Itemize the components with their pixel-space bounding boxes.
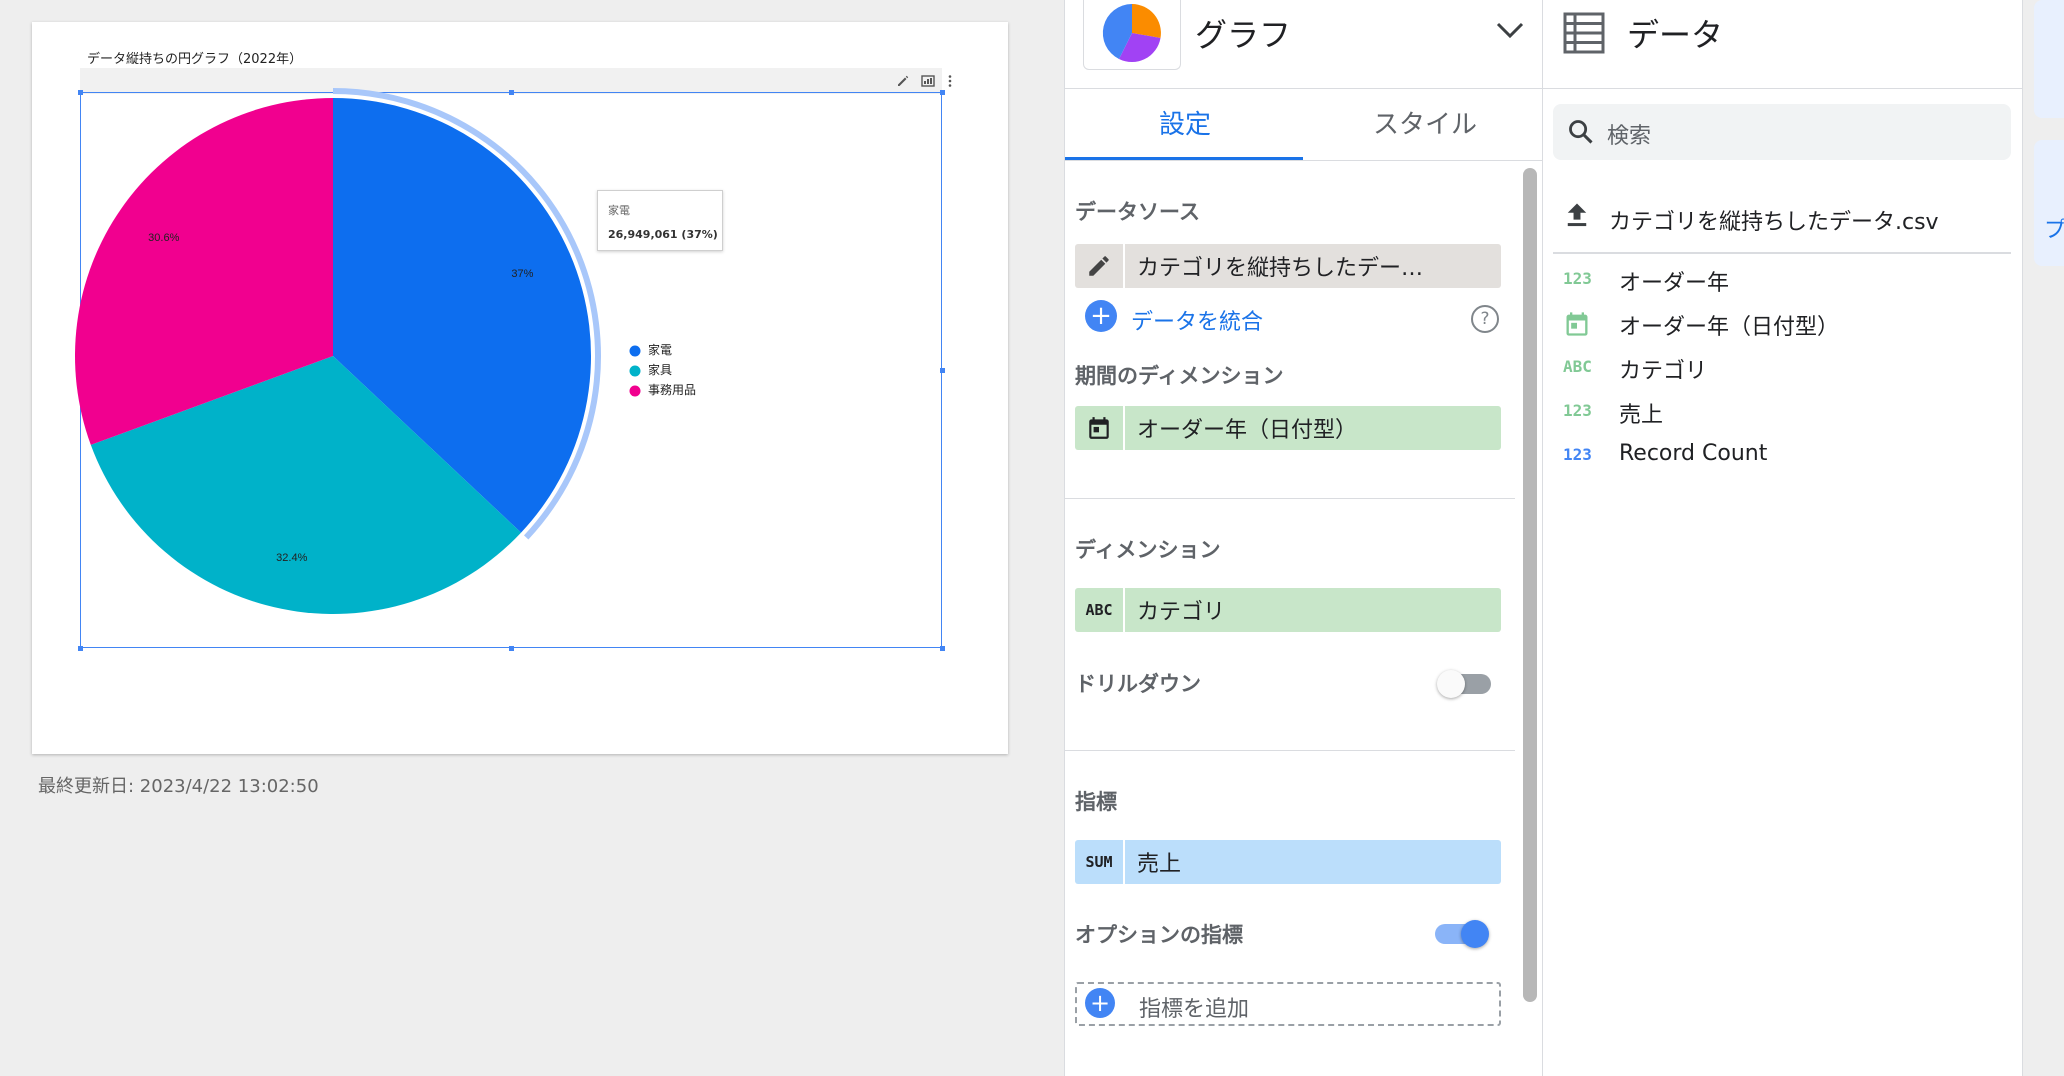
data-source-title: データソース [1075,200,1200,224]
dimension-chip[interactable]: ABC カテゴリ [1075,588,1501,632]
legend-swatch [629,385,641,397]
dimension-name: カテゴリ [1137,600,1226,625]
field-row[interactable]: 123 Record Count [1553,436,2013,476]
toggle-knob [1461,920,1489,948]
legend-label[interactable]: 家具 [648,362,672,377]
tooltip-value: 26,949,061 (37%) [608,228,718,241]
edge-panel-tab[interactable] [2034,140,2064,266]
data-source-file-name[interactable]: カテゴリを縦持ちしたデータ.csv [1609,204,1939,236]
date-dimension-title: 期間のディメンション [1075,364,1284,388]
legend-swatch [629,345,641,357]
metric-aggregation-tag-wrap: SUM [1075,840,1125,884]
dimension-title: ディメンション [1075,538,1221,562]
field-name: 売上 [1619,403,1664,428]
field-type-tag: ABC [1563,357,1592,376]
date-dimension-chip[interactable]: オーダー年（日付型） [1075,406,1501,450]
field-row[interactable]: 123 オーダー年 [1553,260,2013,300]
scrollbar[interactable] [1523,168,1537,1002]
metric-name: 売上 [1137,852,1182,877]
add-blend-icon[interactable]: + [1085,300,1117,332]
search-placeholder: 検索 [1607,124,1652,149]
blend-data-link[interactable]: データを統合 [1131,304,1263,336]
chart-type-selector[interactable] [1083,0,1181,70]
legend-label[interactable]: 家電 [648,342,672,357]
metric-title: 指標 [1075,790,1117,814]
metric-chip[interactable]: SUM 売上 [1075,840,1501,884]
help-icon[interactable]: ? [1471,305,1499,333]
pencil-icon [1089,256,1109,276]
field-name: カテゴリ [1619,359,1708,384]
calendar-icon [1089,417,1109,439]
chevron-down-icon[interactable] [1495,18,1525,42]
properties-panel: グラフ 設定 スタイル データソース カテゴリを縦持ちしたデー… + データを統… [1064,0,1543,1076]
upload-icon [1567,203,1587,227]
data-panel: データ 検索 カテゴリを縦持ちしたデータ.csv 123 オーダー年オーダー年（日… [1543,0,2023,1076]
report-page: データ縦持ちの円グラフ（2022年） 37% 32.4% 30.6% 家電 家具 事務用品… [32,22,1008,754]
drilldown-label: ドリルダウン [1075,672,1201,696]
pie-slice-label: 37% [511,268,533,280]
field-row[interactable]: オーダー年（日付型） [1553,304,2013,344]
field-row[interactable]: 123 売上 [1553,392,2013,432]
plus-icon: + [1085,988,1115,1018]
pie-slice-label: 32.4% [276,552,307,564]
pencil-icon-wrap[interactable] [1075,244,1125,288]
chart-tooltip: 家電 26,949,061 (37%) [597,190,723,251]
chart-type-label[interactable]: グラフ [1195,10,1291,56]
field-type-tag: 123 [1563,401,1592,420]
table-icon [1563,12,1605,54]
drilldown-toggle[interactable] [1425,668,1505,700]
divider [1543,88,2022,89]
data-source-name: カテゴリを縦持ちしたデー… [1137,256,1424,281]
data-panel-title: データ [1627,16,1724,54]
last-updated-text: 最終更新日: 2023/4/22 13:02:50 [38,776,319,797]
pie-chart-icon [1102,3,1161,63]
optional-metric-label: オプションの指標 [1075,923,1243,947]
field-name: オーダー年（日付型） [1619,315,1840,340]
pie-slice-label: 30.6% [148,232,179,244]
divider [1553,252,2011,254]
dimension-type-tag: ABC [1085,601,1113,619]
add-metric-button[interactable]: + 指標を追加 [1075,982,1501,1026]
divider [1065,750,1515,751]
edge-partial-text: プ [2044,218,2064,243]
toggle-knob [1437,670,1465,698]
edge-panel-tab[interactable] [2034,0,2064,118]
field-name: オーダー年 [1619,271,1730,296]
divider [1065,160,1542,161]
field-search-input[interactable]: 検索 [1553,104,2011,160]
optional-metric-toggle[interactable] [1425,918,1505,950]
tab-setup[interactable]: 設定 [1065,104,1305,141]
field-type-tag: 123 [1563,269,1592,288]
divider [1065,88,1542,89]
metric-aggregation-tag: SUM [1085,853,1113,871]
pie-chart[interactable]: 37% 32.4% 30.6% 家電家具事務用品 [32,22,1008,754]
calendar-icon [1566,312,1588,336]
legend-swatch [629,365,641,377]
tab-style[interactable]: スタイル [1305,104,1545,141]
legend-label[interactable]: 事務用品 [648,383,696,397]
tooltip-label: 家電 [608,204,630,217]
field-row[interactable]: ABC カテゴリ [1553,348,2013,388]
field-type-tag: 123 [1563,445,1592,464]
search-icon [1569,120,1593,144]
calendar-icon-wrap [1075,406,1125,450]
field-name: Record Count [1619,441,1768,466]
add-metric-label: 指標を追加 [1139,997,1250,1022]
divider [1065,498,1515,499]
dimension-type-tag-wrap: ABC [1075,588,1125,632]
date-dimension-name: オーダー年（日付型） [1137,418,1358,443]
data-source-chip[interactable]: カテゴリを縦持ちしたデー… [1075,244,1501,288]
